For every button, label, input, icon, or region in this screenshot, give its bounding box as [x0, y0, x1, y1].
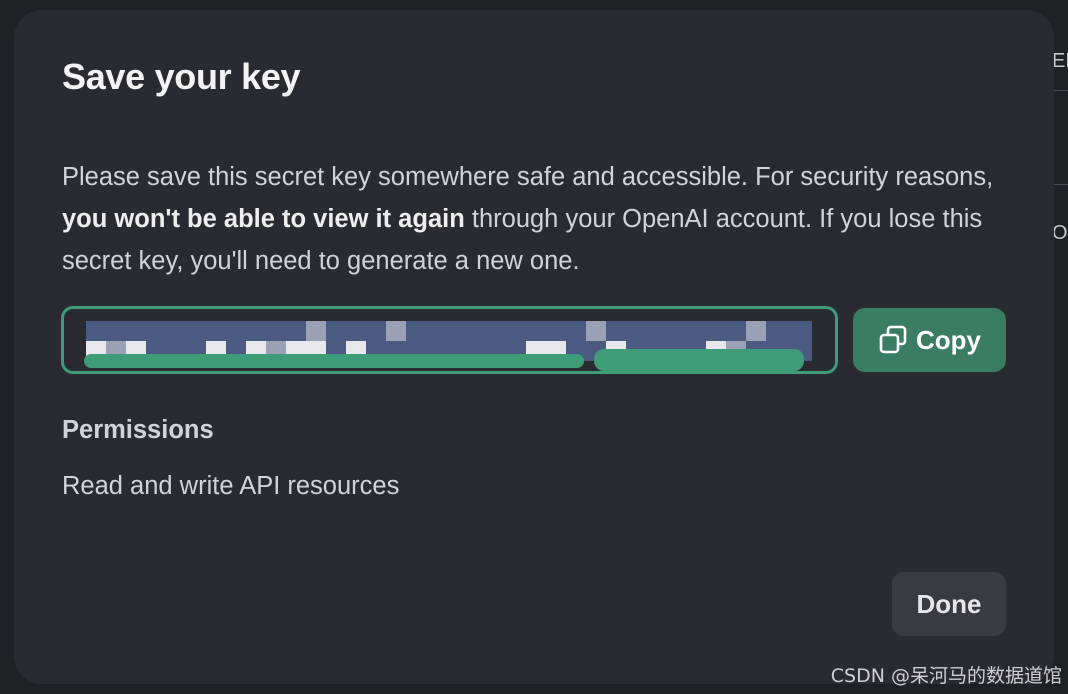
permissions-value: Read and write API resources: [62, 472, 400, 500]
done-button[interactable]: Done: [892, 572, 1006, 636]
description-emphasis: you won't be able to view it again: [62, 205, 465, 233]
save-key-dialog: Save your key Please save this secret ke…: [14, 10, 1054, 684]
copy-button[interactable]: Copy: [853, 308, 1006, 372]
background-text: ED: [1052, 50, 1068, 72]
copy-icon: [878, 325, 908, 355]
dialog-description: Please save this secret key somewhere sa…: [62, 156, 1002, 282]
redaction-pixel: [306, 321, 326, 341]
redaction-pixel: [386, 321, 406, 341]
redaction-pixel: [586, 321, 606, 341]
description-text: Please save this secret key somewhere sa…: [62, 163, 994, 191]
dialog-title: Save your key: [62, 56, 301, 97]
redaction-pixel: [746, 321, 766, 341]
copy-button-label: Copy: [916, 324, 981, 355]
background-text: O: [1052, 222, 1068, 244]
redaction-stroke: [84, 354, 584, 368]
secret-key-field[interactable]: [61, 306, 838, 374]
redaction-stroke: [594, 349, 804, 371]
permissions-heading: Permissions: [62, 416, 214, 444]
watermark-text: CSDN @呆河马的数据道馆: [830, 665, 1062, 687]
